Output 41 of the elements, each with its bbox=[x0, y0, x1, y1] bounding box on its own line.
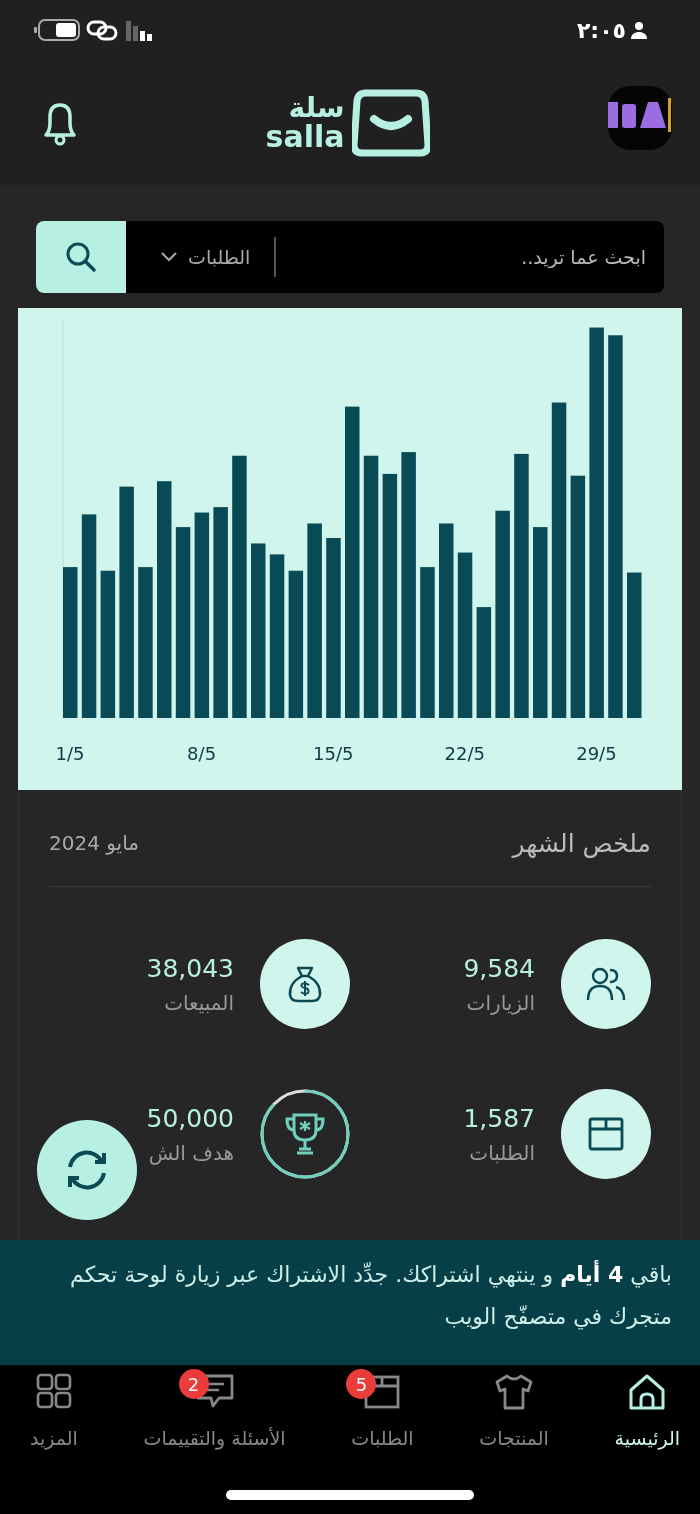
axis-label: 22/5 bbox=[444, 743, 485, 764]
nav-tab[interactable]: الرئيسية bbox=[600, 1373, 694, 1514]
home-icon bbox=[627, 1373, 668, 1411]
stat-label: هدف الش bbox=[148, 1140, 234, 1165]
chevron-down-icon bbox=[160, 251, 178, 263]
stat-value: 1,587 bbox=[463, 1103, 535, 1133]
axis-label: 29/5 bbox=[576, 743, 617, 764]
stat-label: الطلبات bbox=[469, 1140, 535, 1165]
summary-period: مايو 2024 bbox=[49, 831, 139, 855]
link-icon bbox=[86, 19, 118, 41]
search-icon bbox=[64, 240, 98, 274]
nav-tab[interactable]: المنتجات bbox=[465, 1373, 563, 1514]
bag-logo-icon bbox=[352, 88, 431, 157]
status-time: ٢:٠٥ bbox=[576, 17, 626, 43]
axis-label: 1/5 bbox=[55, 743, 85, 764]
box-icon bbox=[588, 1117, 624, 1151]
people-icon bbox=[586, 966, 626, 1002]
nav-tab[interactable]: المزيد bbox=[16, 1373, 92, 1514]
count-badge: 5 bbox=[346, 1369, 377, 1399]
person-icon bbox=[630, 21, 648, 39]
money-bag-icon bbox=[286, 965, 324, 1003]
shirt-icon bbox=[494, 1373, 535, 1411]
stat-value: 9,584 bbox=[463, 953, 535, 983]
axis-label: 8/5 bbox=[187, 743, 217, 764]
trophy-icon bbox=[284, 1112, 326, 1156]
store-logo[interactable] bbox=[608, 85, 672, 150]
search-bar[interactable]: ابحث عما تريد.. الطلبات bbox=[36, 221, 664, 293]
stat-value: 50,000 bbox=[146, 1103, 234, 1133]
scope-dropdown[interactable]: الطلبات bbox=[126, 246, 275, 268]
battery-icon bbox=[34, 19, 80, 41]
summary-title: ملخص الشهر bbox=[512, 828, 651, 858]
axis-label: 15/5 bbox=[313, 743, 354, 764]
logo-latin: salla bbox=[265, 121, 345, 152]
logo-arabic: سلة bbox=[288, 93, 345, 122]
stat-label: الزيارات bbox=[466, 990, 535, 1015]
count-badge: 2 bbox=[178, 1369, 209, 1399]
stat-label: المبيعات bbox=[164, 990, 234, 1015]
banner-text: باقي 4 أيام و ينتهي اشتراكك. جدِّد الاشتراك عبر زيارة لوحة تحكم متجرك في متصفّح الويب bbox=[69, 1259, 672, 1332]
stat-value: 38,043 bbox=[146, 953, 234, 983]
search-field[interactable]: ابحث عما تريد.. bbox=[276, 221, 664, 293]
search-button[interactable] bbox=[36, 221, 126, 293]
